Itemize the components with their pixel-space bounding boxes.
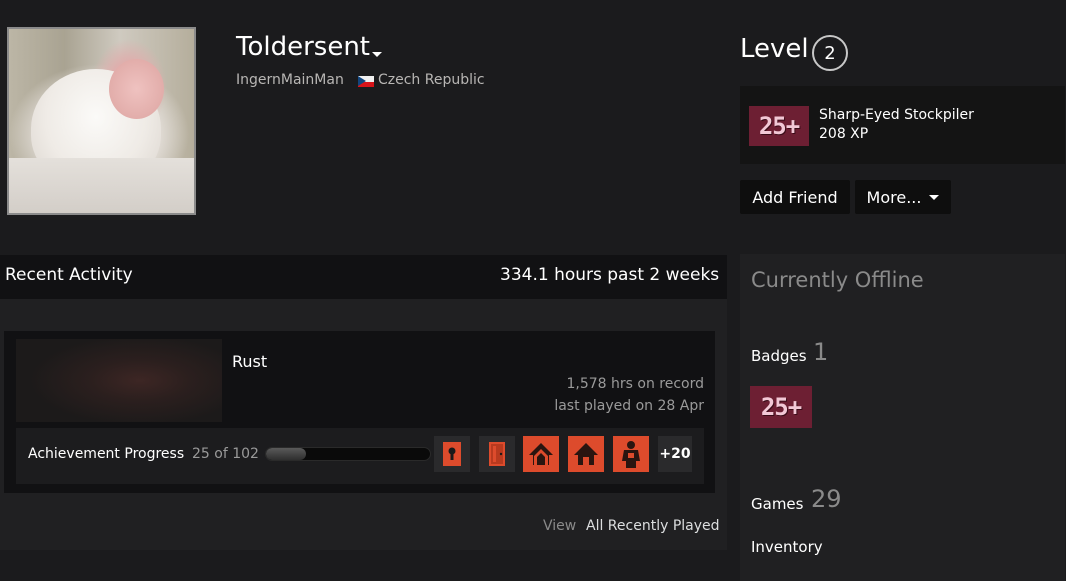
level-badge[interactable]: 2: [812, 35, 848, 71]
game-hours-on-record: 1,578 hrs on record: [566, 376, 704, 392]
badge-name: Sharp-Eyed Stockpiler: [819, 107, 974, 123]
door-icon[interactable]: [479, 436, 515, 472]
more-label: More...: [866, 187, 922, 207]
games-link[interactable]: Games: [751, 495, 803, 513]
achievement-progress-label[interactable]: Achievement Progress: [28, 446, 184, 462]
more-achievements-button[interactable]: +20: [658, 436, 692, 472]
level-label: Level: [740, 34, 809, 64]
badges-count[interactable]: 1: [813, 338, 828, 366]
games-count[interactable]: 29: [811, 485, 842, 513]
badge-25-icon[interactable]: 25+: [750, 386, 812, 428]
badge-xp: 208 XP: [819, 126, 869, 142]
achievement-count: 25 of 102: [192, 446, 259, 462]
game-name[interactable]: Rust: [232, 352, 267, 371]
badges-link[interactable]: Badges: [751, 347, 807, 365]
chevron-down-icon: [929, 194, 940, 200]
avatar[interactable]: [7, 27, 196, 215]
avatar-image: [9, 29, 194, 213]
badge-25-icon: 25+: [749, 106, 809, 146]
name-dropdown-icon[interactable]: [372, 52, 382, 57]
online-status: Currently Offline: [751, 268, 924, 292]
achievement-progress-bar: [265, 447, 431, 461]
house-icon[interactable]: [568, 436, 604, 472]
add-friend-button[interactable]: Add Friend: [740, 180, 850, 214]
more-button[interactable]: More...: [855, 180, 951, 214]
house-icon[interactable]: [523, 436, 559, 472]
country-flag-icon: [358, 76, 374, 87]
recent-activity-title[interactable]: Recent Activity: [5, 265, 133, 285]
persona-name[interactable]: Toldersent: [236, 32, 370, 62]
add-friend-label: Add Friend: [752, 187, 838, 207]
game-capsule-image[interactable]: [16, 339, 222, 422]
real-name: IngernMainMan: [236, 72, 344, 88]
all-recently-played-link[interactable]: All Recently Played: [586, 518, 720, 534]
view-label: View: [543, 518, 577, 534]
survivor-icon[interactable]: [613, 436, 649, 472]
country-name: Czech Republic: [378, 72, 485, 88]
featured-badge[interactable]: 25+ Sharp-Eyed Stockpiler 208 XP: [740, 86, 1065, 164]
keyhole-icon[interactable]: [434, 436, 470, 472]
inventory-link[interactable]: Inventory: [751, 538, 823, 556]
recent-activity-hours: 334.1 hours past 2 weeks: [500, 265, 720, 285]
achievement-progress-fill: [266, 448, 307, 460]
game-last-played: last played on 28 Apr: [554, 398, 704, 414]
